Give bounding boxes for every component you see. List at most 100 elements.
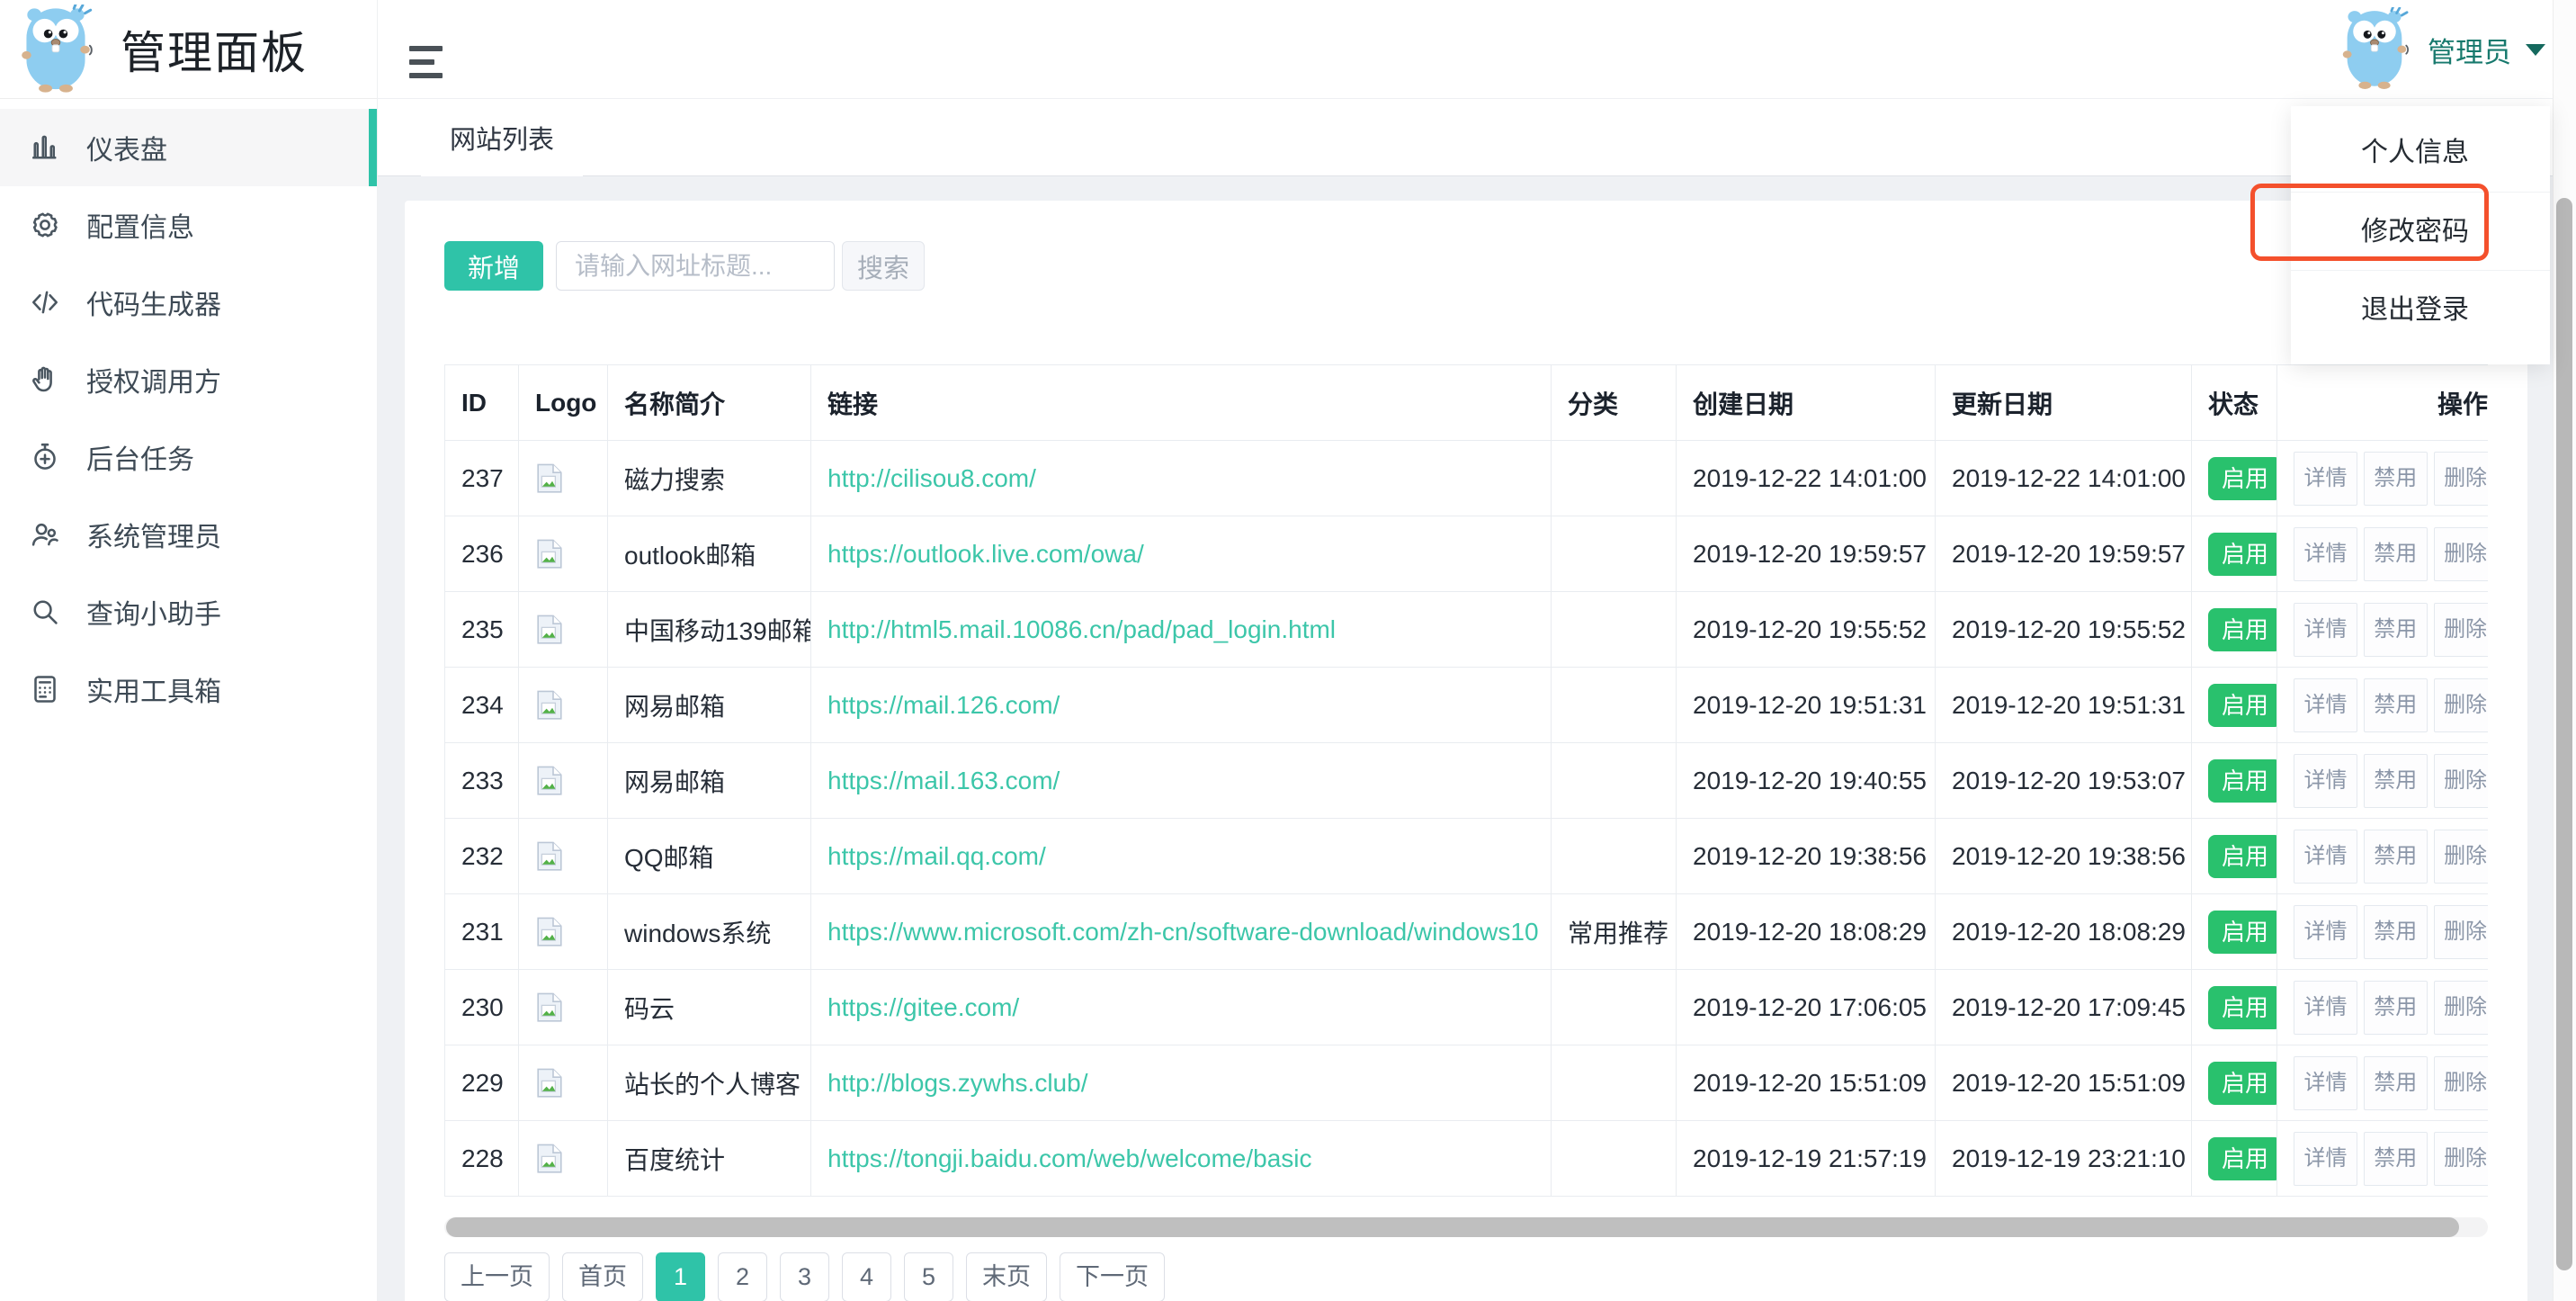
- site-link[interactable]: https://mail.126.com/: [827, 691, 1060, 719]
- cell-created: 2019-12-22 14:01:00: [1677, 441, 1936, 516]
- site-link[interactable]: https://mail.qq.com/: [827, 842, 1046, 870]
- vertical-scrollbar-thumb[interactable]: [2556, 198, 2572, 1270]
- user-menu-item[interactable]: 修改密码: [2291, 192, 2550, 270]
- cell-name: windows系统: [608, 894, 811, 970]
- disable-button[interactable]: 禁用: [2364, 754, 2428, 808]
- user-menu-item[interactable]: 个人信息: [2291, 113, 2550, 192]
- detail-button[interactable]: 详情: [2294, 452, 2357, 506]
- user-menu-trigger[interactable]: 管理员: [2338, 0, 2545, 99]
- detail-button[interactable]: 详情: [2294, 1056, 2357, 1110]
- page-button[interactable]: 上一页: [444, 1252, 550, 1301]
- status-badge[interactable]: 启用: [2208, 986, 2277, 1029]
- add-button[interactable]: 新增: [444, 241, 543, 291]
- horizontal-scrollbar[interactable]: [444, 1217, 2488, 1237]
- sidebar-item-icon: [29, 673, 61, 705]
- main-content: 新增 搜索 ID Logo 名称简介 链接: [378, 176, 2553, 1301]
- site-link[interactable]: https://www.microsoft.com/zh-cn/software…: [827, 918, 1539, 946]
- sidebar-item[interactable]: 授权调用方: [0, 341, 377, 418]
- site-link[interactable]: http://html5.mail.10086.cn/pad/pad_login…: [827, 615, 1336, 643]
- sidebar-item[interactable]: 查询小助手: [0, 573, 377, 650]
- detail-button[interactable]: 详情: [2294, 981, 2357, 1035]
- horizontal-scrollbar-thumb[interactable]: [446, 1217, 2459, 1237]
- site-link[interactable]: http://blogs.zywhs.club/: [827, 1069, 1087, 1097]
- page-button[interactable]: 4: [842, 1252, 891, 1301]
- cell-actions: 详情 禁用 删除 编辑: [2277, 819, 2489, 894]
- disable-button[interactable]: 禁用: [2364, 981, 2428, 1035]
- cell-name: 网易邮箱: [608, 668, 811, 743]
- disable-button[interactable]: 禁用: [2364, 452, 2428, 506]
- detail-button[interactable]: 详情: [2294, 830, 2357, 884]
- page-button[interactable]: 末页: [966, 1252, 1047, 1301]
- cell-status: 启用: [2192, 970, 2277, 1045]
- collapse-sidebar-button[interactable]: [409, 46, 443, 85]
- col-logo: Logo: [519, 365, 608, 441]
- page-button[interactable]: 1: [656, 1252, 705, 1301]
- site-link[interactable]: https://mail.163.com/: [827, 767, 1060, 794]
- status-badge[interactable]: 启用: [2208, 608, 2277, 651]
- status-badge[interactable]: 启用: [2208, 457, 2277, 500]
- site-link[interactable]: https://outlook.live.com/owa/: [827, 540, 1144, 568]
- page-button[interactable]: 2: [718, 1252, 767, 1301]
- disable-button[interactable]: 禁用: [2364, 830, 2428, 884]
- delete-button[interactable]: 删除: [2434, 981, 2488, 1035]
- detail-button[interactable]: 详情: [2294, 1132, 2357, 1186]
- tab-website-list[interactable]: 网站列表: [421, 99, 583, 176]
- cell-actions: 详情 禁用 删除 编辑: [2277, 441, 2489, 516]
- sidebar-item[interactable]: 实用工具箱: [0, 650, 377, 728]
- vertical-scrollbar[interactable]: [2553, 0, 2576, 1301]
- sidebar-item[interactable]: 仪表盘: [0, 109, 377, 186]
- detail-button[interactable]: 详情: [2294, 905, 2357, 959]
- cell-created: 2019-12-20 19:51:31: [1677, 668, 1936, 743]
- status-badge[interactable]: 启用: [2208, 1062, 2277, 1105]
- sidebar-item-label: 系统管理员: [86, 515, 221, 554]
- delete-button[interactable]: 删除: [2434, 452, 2488, 506]
- status-badge[interactable]: 启用: [2208, 1137, 2277, 1180]
- site-link[interactable]: http://cilisou8.com/: [827, 464, 1036, 492]
- site-link[interactable]: https://tongji.baidu.com/web/welcome/bas…: [827, 1144, 1312, 1172]
- site-link[interactable]: https://gitee.com/: [827, 993, 1019, 1021]
- delete-button[interactable]: 删除: [2434, 603, 2488, 657]
- status-badge[interactable]: 启用: [2208, 684, 2277, 727]
- search-button[interactable]: 搜索: [842, 241, 925, 291]
- delete-button[interactable]: 删除: [2434, 754, 2488, 808]
- cell-actions: 详情 禁用 删除 编辑: [2277, 668, 2489, 743]
- delete-button[interactable]: 删除: [2434, 1132, 2488, 1186]
- table-row: 232 QQ邮箱 https://mail.qq.com/ 2019-12-20…: [445, 819, 2489, 894]
- delete-button[interactable]: 删除: [2434, 1056, 2488, 1110]
- cell-created: 2019-12-20 15:51:09: [1677, 1045, 1936, 1121]
- delete-button[interactable]: 删除: [2434, 678, 2488, 732]
- disable-button[interactable]: 禁用: [2364, 1132, 2428, 1186]
- cell-actions: 详情 禁用 删除 编辑: [2277, 516, 2489, 592]
- delete-button[interactable]: 删除: [2434, 830, 2488, 884]
- status-badge[interactable]: 启用: [2208, 835, 2277, 878]
- detail-button[interactable]: 详情: [2294, 754, 2357, 808]
- detail-button[interactable]: 详情: [2294, 527, 2357, 581]
- disable-button[interactable]: 禁用: [2364, 603, 2428, 657]
- sidebar-item[interactable]: 代码生成器: [0, 264, 377, 341]
- detail-button[interactable]: 详情: [2294, 603, 2357, 657]
- page-button[interactable]: 3: [780, 1252, 829, 1301]
- disable-button[interactable]: 禁用: [2364, 527, 2428, 581]
- sidebar-item[interactable]: 配置信息: [0, 186, 377, 264]
- delete-button[interactable]: 删除: [2434, 905, 2488, 959]
- page-button[interactable]: 下一页: [1060, 1252, 1165, 1301]
- disable-button[interactable]: 禁用: [2364, 678, 2428, 732]
- sidebar-item-label: 后台任务: [86, 437, 194, 477]
- sidebar-item[interactable]: 系统管理员: [0, 496, 377, 573]
- topbar: 管理员: [378, 0, 2553, 99]
- table-row: 231 windows系统 https://www.microsoft.com/…: [445, 894, 2489, 970]
- cell-id: 231: [445, 894, 519, 970]
- delete-button[interactable]: 删除: [2434, 527, 2488, 581]
- sidebar-item[interactable]: 后台任务: [0, 418, 377, 496]
- page-button[interactable]: 5: [904, 1252, 953, 1301]
- detail-button[interactable]: 详情: [2294, 678, 2357, 732]
- search-input[interactable]: [556, 241, 835, 291]
- status-badge[interactable]: 启用: [2208, 533, 2277, 576]
- disable-button[interactable]: 禁用: [2364, 1056, 2428, 1110]
- page-button[interactable]: 首页: [562, 1252, 643, 1301]
- status-badge[interactable]: 启用: [2208, 759, 2277, 803]
- user-menu-item[interactable]: 退出登录: [2291, 270, 2550, 348]
- cell-category: [1552, 592, 1677, 668]
- status-badge[interactable]: 启用: [2208, 911, 2277, 954]
- disable-button[interactable]: 禁用: [2364, 905, 2428, 959]
